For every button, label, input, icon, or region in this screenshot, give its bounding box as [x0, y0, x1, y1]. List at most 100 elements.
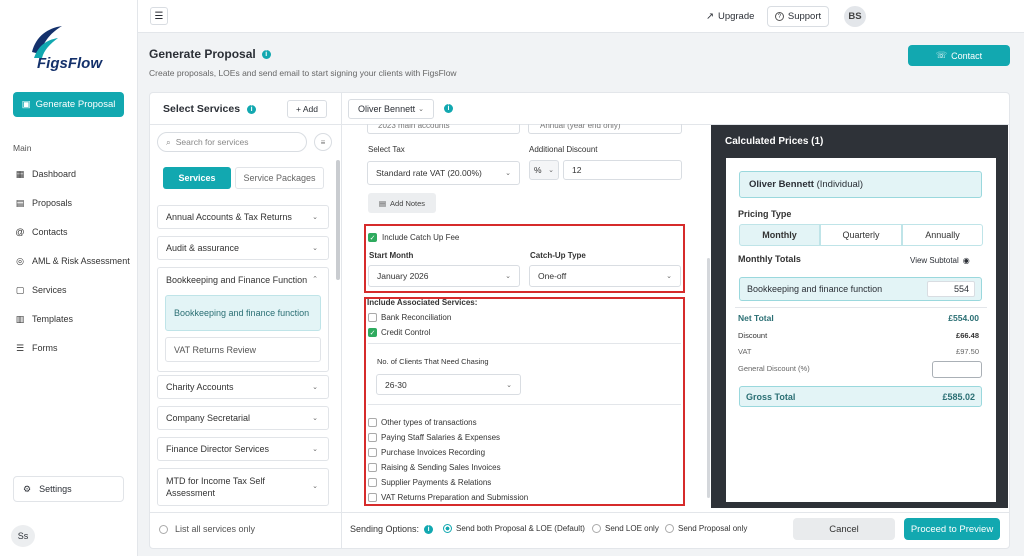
service-checkbox[interactable]: [368, 418, 377, 427]
service-subitem-selected[interactable]: Bookkeeping and finance function: [165, 295, 321, 331]
list-icon: ☰: [15, 342, 25, 353]
upgrade-link[interactable]: ↗ Upgrade: [706, 11, 754, 22]
service-checkbox[interactable]: [368, 448, 377, 457]
sending-options-label: Sending Options: i: [350, 524, 434, 534]
tab-monthly[interactable]: Monthly: [739, 224, 820, 246]
filter-button[interactable]: ≡: [314, 133, 332, 151]
info-icon[interactable]: i: [261, 49, 271, 59]
select-services-title: Select Services i: [163, 103, 257, 115]
view-subtotal-toggle[interactable]: View Subtotal ◉: [910, 256, 970, 265]
contact-card-icon: ☏: [935, 50, 948, 60]
start-month-label: Start Month: [369, 251, 414, 260]
search-input[interactable]: ⌕ Search for services: [157, 132, 307, 152]
client-selector[interactable]: Oliver Bennett ⌄: [348, 99, 434, 119]
discount-label: Additional Discount: [529, 145, 598, 154]
service-group[interactable]: Audit & assurance ⌄: [157, 236, 329, 260]
service-group[interactable]: Annual Accounts & Tax Returns ⌄: [157, 205, 329, 229]
frequency-select[interactable]: [367, 124, 520, 134]
info-icon[interactable]: i: [424, 524, 434, 534]
send-option-both[interactable]: Send both Proposal & LOE (Default): [443, 524, 585, 533]
service-checkbox[interactable]: [368, 433, 377, 442]
select-tax-label: Select Tax: [368, 145, 405, 154]
sidebar: FigsFlow ▣ Generate Proposal Main ▦ Dashb…: [0, 0, 138, 556]
divider: [735, 307, 987, 308]
catch-up-label: Include Catch Up Fee: [382, 233, 460, 242]
discount-unit-select[interactable]: % ⌄: [529, 160, 559, 180]
discount-row-label: Discount: [738, 331, 768, 340]
at-icon: @: [15, 227, 25, 237]
contact-button[interactable]: ☏ Contact: [908, 45, 1010, 66]
list-all-services-toggle[interactable]: List all services only: [159, 524, 255, 534]
sidebar-item-templates[interactable]: ▥ Templates: [15, 313, 73, 325]
eye-icon: ◉: [962, 256, 970, 265]
generate-proposal-button[interactable]: ▣ Generate Proposal: [13, 92, 124, 117]
sidebar-item-services[interactable]: ▢ Services: [15, 285, 67, 296]
chevron-down-icon: ⌄: [506, 381, 512, 389]
sidebar-item-forms[interactable]: ☰ Forms: [15, 342, 58, 354]
sidebar-item-proposals[interactable]: ▤ Proposals: [15, 198, 72, 209]
form-scrollbar[interactable]: [707, 258, 710, 498]
grid-icon: ▦: [15, 168, 25, 179]
clients-chasing-select[interactable]: 26-30 ⌄: [376, 374, 521, 395]
tax-select[interactable]: Standard rate VAT (20.00%) ⌄: [367, 161, 520, 185]
service-checkbox-label: Paying Staff Salaries & Expenses: [381, 433, 501, 442]
associated-services-label: Include Associated Services:: [367, 298, 478, 307]
credit-control-checkbox[interactable]: ✓: [368, 328, 377, 337]
radio-button[interactable]: [159, 524, 168, 534]
user-avatar[interactable]: Ss: [11, 525, 35, 547]
account-avatar[interactable]: BS: [844, 6, 866, 27]
service-group[interactable]: Company Secretarial ⌄: [157, 406, 329, 430]
add-notes-button[interactable]: ▤ Add Notes: [368, 193, 436, 213]
settings-button[interactable]: ⚙ Settings: [13, 476, 124, 502]
add-service-button[interactable]: + Add: [287, 100, 327, 118]
info-icon[interactable]: i: [247, 104, 257, 114]
menu-toggle-button[interactable]: ☰: [150, 7, 168, 25]
cancel-button[interactable]: Cancel: [793, 518, 895, 540]
service-price-input[interactable]: 554: [927, 281, 975, 297]
service-group[interactable]: Charity Accounts ⌄: [157, 375, 329, 399]
template-icon: ▥: [15, 313, 25, 324]
proceed-to-preview-button[interactable]: Proceed to Preview: [904, 518, 1000, 540]
chevron-down-icon: ⌄: [312, 446, 318, 453]
send-option-proposal[interactable]: Send Proposal only: [665, 524, 747, 533]
chevron-down-icon: ⌄: [548, 167, 554, 174]
info-icon[interactable]: i: [444, 104, 453, 113]
tab-service-packages[interactable]: Service Packages: [235, 167, 324, 189]
billing-select[interactable]: [528, 124, 682, 134]
search-icon: ⌕: [166, 136, 171, 147]
clients-chasing-label: No. of Clients That Need Chasing: [377, 357, 489, 366]
catch-up-type-select[interactable]: One-off ⌄: [529, 265, 681, 287]
service-checkbox-label: Purchase Invoices Recording: [381, 448, 486, 457]
tab-services[interactable]: Services: [163, 167, 231, 189]
discount-input[interactable]: 12: [563, 160, 682, 180]
shield-icon: ◎: [16, 255, 24, 266]
service-checkbox[interactable]: [368, 463, 377, 472]
services-scrollbar[interactable]: [336, 160, 340, 280]
sidebar-item-dashboard[interactable]: ▦ Dashboard: [15, 168, 76, 180]
service-subitem[interactable]: VAT Returns Review: [165, 337, 321, 362]
note-icon: ▤: [378, 198, 387, 208]
bank-reconciliation-checkbox[interactable]: [368, 313, 377, 322]
start-month-select[interactable]: January 2026 ⌄: [368, 265, 520, 287]
radio-button[interactable]: [665, 524, 674, 533]
radio-button[interactable]: [592, 524, 601, 533]
service-price-row: Bookkeeping and finance function 554: [739, 277, 982, 301]
support-button[interactable]: ? Support: [767, 6, 829, 27]
tab-quarterly[interactable]: Quarterly: [820, 224, 902, 246]
send-option-loe[interactable]: Send LOE only: [592, 524, 659, 533]
page-subtitle: Create proposals, LOEs and send email to…: [149, 68, 457, 78]
service-checkbox[interactable]: [368, 493, 377, 502]
tab-annually[interactable]: Annually: [902, 224, 983, 246]
radio-button[interactable]: [443, 524, 452, 533]
calculated-prices-title: Calculated Prices (1): [725, 136, 824, 147]
help-circle-icon: ?: [774, 12, 784, 21]
service-group[interactable]: Finance Director Services ⌄: [157, 437, 329, 461]
service-group[interactable]: MTD for Income Tax Self Assessment ⌄: [157, 468, 329, 506]
sidebar-item-aml[interactable]: ◎ AML & Risk Assessment: [15, 255, 130, 267]
general-discount-input[interactable]: [932, 361, 982, 378]
sidebar-item-contacts[interactable]: @ Contacts: [15, 227, 67, 237]
service-checkbox[interactable]: [368, 478, 377, 487]
chevron-up-icon: ⌃: [312, 276, 318, 283]
chevron-down-icon: ⌄: [312, 384, 318, 391]
catch-up-checkbox[interactable]: ✓: [368, 233, 377, 242]
